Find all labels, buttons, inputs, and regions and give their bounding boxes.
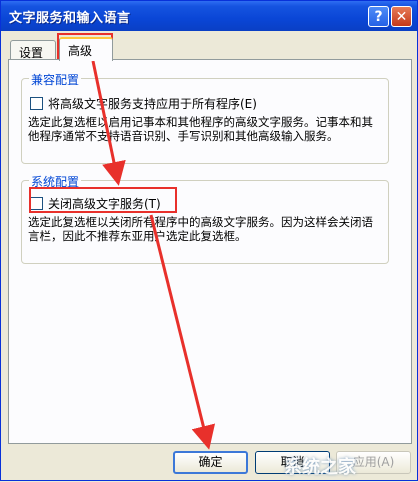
- system-group: 系统配置 关闭高级文字服务(T) 选定此复选框以关闭所有程序中的高级文字服务。因…: [21, 173, 389, 264]
- window-title: 文字服务和输入语言: [9, 11, 131, 26]
- compat-checkbox-label[interactable]: 将高级文字服务支持应用于所有程序(E): [48, 95, 257, 112]
- system-checkbox-label[interactable]: 关闭高级文字服务(T): [48, 195, 161, 212]
- compat-group: 兼容配置 将高级文字服务支持应用于所有程序(E) 选定此复选框以启用记事本和其他…: [21, 71, 389, 164]
- compat-group-legend: 兼容配置: [29, 71, 82, 88]
- tab-settings[interactable]: 设置: [10, 40, 56, 60]
- title-bar[interactable]: 文字服务和输入语言 ? ✕: [1, 1, 417, 31]
- help-icon: ?: [374, 9, 383, 25]
- compat-checkbox[interactable]: [30, 97, 43, 110]
- help-button[interactable]: ?: [368, 6, 389, 27]
- compat-checkbox-row[interactable]: 将高级文字服务支持应用于所有程序(E): [30, 95, 257, 112]
- tab-advanced[interactable]: 高级: [59, 37, 113, 61]
- system-checkbox-row[interactable]: 关闭高级文字服务(T): [30, 195, 161, 212]
- dialog-window: 文字服务和输入语言 ? ✕ 设置 高级 兼容配置 将高级文字服务支持应用于所有程…: [0, 0, 418, 481]
- tab-panel-advanced: 兼容配置 将高级文字服务支持应用于所有程序(E) 选定此复选框以启用记事本和其他…: [8, 59, 412, 444]
- ok-button[interactable]: 确定: [173, 451, 248, 474]
- system-group-legend: 系统配置: [29, 173, 82, 190]
- system-description: 选定此复选框以关闭所有程序中的高级文字服务。因为这样会关闭语言栏，因此不推荐东亚…: [28, 215, 373, 243]
- system-checkbox[interactable]: [30, 197, 43, 210]
- watermark: 系统之家: [284, 457, 356, 478]
- close-button[interactable]: ✕: [391, 6, 412, 27]
- close-icon: ✕: [395, 9, 408, 25]
- tab-bar: 设置 高级: [8, 37, 412, 61]
- compat-description: 选定此复选框以启用记事本和其他程序的高级文字服务。记事本和其他程序通常不支持语音…: [28, 115, 373, 143]
